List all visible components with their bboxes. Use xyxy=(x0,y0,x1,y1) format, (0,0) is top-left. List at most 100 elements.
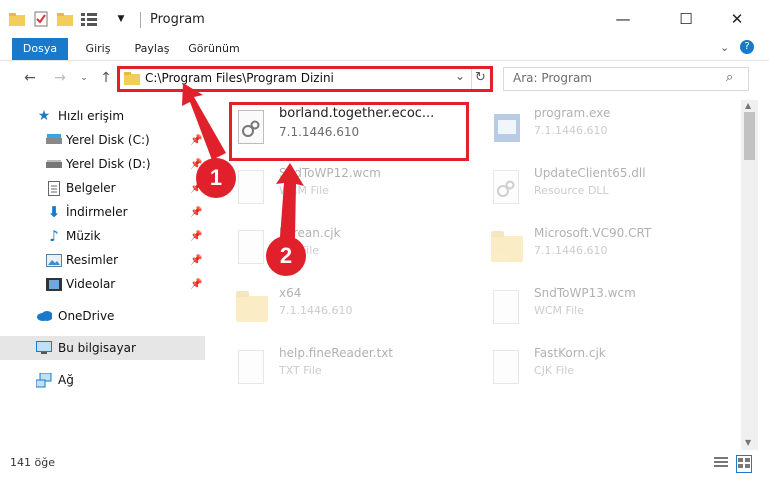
ribbon-tabs: Dosya Giriş Paylaş Görünüm ⌄ ? xyxy=(0,38,769,61)
file-item[interactable]: Microsoft.VC90.CRT 7.1.1446.610 xyxy=(470,222,710,274)
nav-item-documents[interactable]: Belgeler 📌 xyxy=(0,176,205,200)
scrollbar-thumb[interactable] xyxy=(744,112,755,160)
music-icon: ♪ xyxy=(49,227,59,245)
computer-icon xyxy=(36,340,52,356)
nav-item-downloads[interactable]: ⬇ İndirmeler 📌 xyxy=(0,200,205,224)
nav-item-label: Ağ xyxy=(58,373,74,387)
file-item[interactable]: SndToWP12.wcm WCM File xyxy=(215,162,455,214)
navigation-pane: ★ Hızlı erişim Yerel Disk (C:) 📌 Yerel D… xyxy=(0,100,208,450)
nav-item-this-pc[interactable]: Bu bilgisayar xyxy=(0,336,205,360)
nav-item-label: Bu bilgisayar xyxy=(58,341,136,355)
tab-gorunum[interactable]: Görünüm xyxy=(182,38,246,60)
properties-icon[interactable] xyxy=(32,10,50,28)
file-version: 7.1.1446.610 xyxy=(534,124,608,137)
nav-item-label: Resimler xyxy=(66,253,119,267)
file-name: Microsoft.VC90.CRT xyxy=(534,226,652,240)
file-item[interactable]: korean.cjk CJK File xyxy=(215,222,455,274)
file-name: program.exe xyxy=(534,106,611,120)
drive-icon xyxy=(46,132,62,148)
file-name: help.fineReader.txt xyxy=(279,346,393,360)
document-icon xyxy=(490,348,524,388)
file-name: FastKorn.cjk xyxy=(534,346,606,360)
nav-item-local-disk-c[interactable]: Yerel Disk (C:) 📌 xyxy=(0,128,205,152)
scroll-up-icon[interactable]: ▲ xyxy=(745,101,751,110)
tab-paylas[interactable]: Paylaş xyxy=(126,38,178,60)
nav-item-label: Videolar xyxy=(66,277,116,291)
window-title: Program xyxy=(150,12,205,27)
callout-badge-1: 1 xyxy=(196,158,236,198)
close-button[interactable]: ✕ xyxy=(714,0,760,38)
maximize-button[interactable]: ☐ xyxy=(663,0,709,38)
pin-icon[interactable]: 📌 xyxy=(190,231,202,242)
minimize-button[interactable]: — xyxy=(600,0,646,38)
callout-badge-2: 2 xyxy=(266,236,306,276)
nav-item-quick-access[interactable]: ★ Hızlı erişim xyxy=(0,104,205,128)
pin-icon[interactable]: 📌 xyxy=(190,207,202,218)
file-name: borland.together.ecoc... xyxy=(279,106,435,121)
chevron-down-icon[interactable]: ▼ xyxy=(112,10,130,28)
view-options-icon[interactable] xyxy=(80,10,98,28)
new-folder-icon[interactable] xyxy=(56,10,74,28)
folder-icon[interactable] xyxy=(8,10,26,28)
file-type: TXT File xyxy=(279,364,322,377)
nav-item-label: Müzik xyxy=(66,229,101,243)
nav-item-label: İndirmeler xyxy=(66,205,128,219)
help-icon[interactable]: ? xyxy=(740,40,754,54)
nav-item-local-disk-d[interactable]: Yerel Disk (D:) 📌 xyxy=(0,152,205,176)
file-item[interactable]: FastKorn.cjk CJK File xyxy=(470,342,710,394)
file-type: WCM File xyxy=(534,304,584,317)
nav-item-network[interactable]: Ağ xyxy=(0,368,205,392)
folder-icon xyxy=(235,288,269,328)
download-icon: ⬇ xyxy=(47,203,61,221)
dll-file-icon xyxy=(490,168,524,208)
tiles-view-icon[interactable] xyxy=(736,455,752,473)
nav-item-videos[interactable]: Videolar 📌 xyxy=(0,272,205,296)
details-view-icon[interactable] xyxy=(714,456,728,471)
address-highlight-box xyxy=(117,66,493,92)
search-box[interactable]: Ara: Program ⌕ xyxy=(503,67,749,91)
ribbon-expand-icon[interactable]: ⌄ xyxy=(720,41,729,54)
file-item[interactable]: help.fineReader.txt TXT File xyxy=(215,342,455,394)
star-icon: ★ xyxy=(37,108,51,124)
tab-dosya[interactable]: Dosya xyxy=(12,38,68,60)
up-arrow-icon[interactable]: ↑ xyxy=(96,68,116,88)
tab-giris[interactable]: Giriş xyxy=(74,38,122,60)
file-item[interactable]: UpdateClient65.dll Resource DLL xyxy=(470,162,710,214)
file-version: 7.1.1446.610 xyxy=(534,244,608,257)
forward-arrow-icon[interactable]: → xyxy=(50,68,70,88)
item-count: 141 öğe xyxy=(10,456,55,469)
document-icon xyxy=(235,228,269,268)
dll-file-icon xyxy=(235,108,269,148)
recent-locations-icon[interactable]: ⌄ xyxy=(74,68,94,88)
search-icon[interactable]: ⌕ xyxy=(726,70,733,85)
pin-icon[interactable]: 📌 xyxy=(190,279,202,290)
status-bar: 141 öğe xyxy=(0,452,769,474)
search-input[interactable]: Ara: Program xyxy=(513,71,592,85)
network-icon xyxy=(36,372,52,388)
file-list: borland.together.ecoc... 7.1.1446.610 pr… xyxy=(215,100,740,450)
video-icon xyxy=(46,276,62,292)
nav-item-label: OneDrive xyxy=(58,309,115,323)
nav-item-label: Yerel Disk (C:) xyxy=(66,133,150,147)
title-bar: ▼ Program — ☐ ✕ xyxy=(0,0,769,38)
document-icon xyxy=(235,348,269,388)
pictures-icon xyxy=(46,252,62,268)
scroll-down-icon[interactable]: ▼ xyxy=(745,438,751,447)
nav-item-music[interactable]: ♪ Müzik 📌 xyxy=(0,224,205,248)
file-item[interactable]: SndToWP13.wcm WCM File xyxy=(470,282,710,334)
document-icon xyxy=(490,288,524,328)
pin-icon[interactable]: 📌 xyxy=(190,255,202,266)
file-name: UpdateClient65.dll xyxy=(534,166,646,180)
file-name: SndToWP12.wcm xyxy=(279,166,381,180)
explorer-window: ▼ Program — ☐ ✕ Dosya Giriş Paylaş Görün… xyxy=(0,0,769,491)
file-item[interactable]: program.exe 7.1.1446.610 xyxy=(470,102,710,154)
pin-icon[interactable]: 📌 xyxy=(190,135,202,146)
nav-item-onedrive[interactable]: OneDrive xyxy=(0,304,205,328)
nav-item-label: Hızlı erişim xyxy=(58,109,125,123)
file-item[interactable]: borland.together.ecoc... 7.1.1446.610 xyxy=(215,102,455,154)
file-type: WCM File xyxy=(279,184,329,197)
back-arrow-icon[interactable]: ← xyxy=(20,68,40,88)
nav-item-pictures[interactable]: Resimler 📌 xyxy=(0,248,205,272)
cloud-icon xyxy=(36,308,52,324)
file-item[interactable]: x64 7.1.1446.610 xyxy=(215,282,455,334)
